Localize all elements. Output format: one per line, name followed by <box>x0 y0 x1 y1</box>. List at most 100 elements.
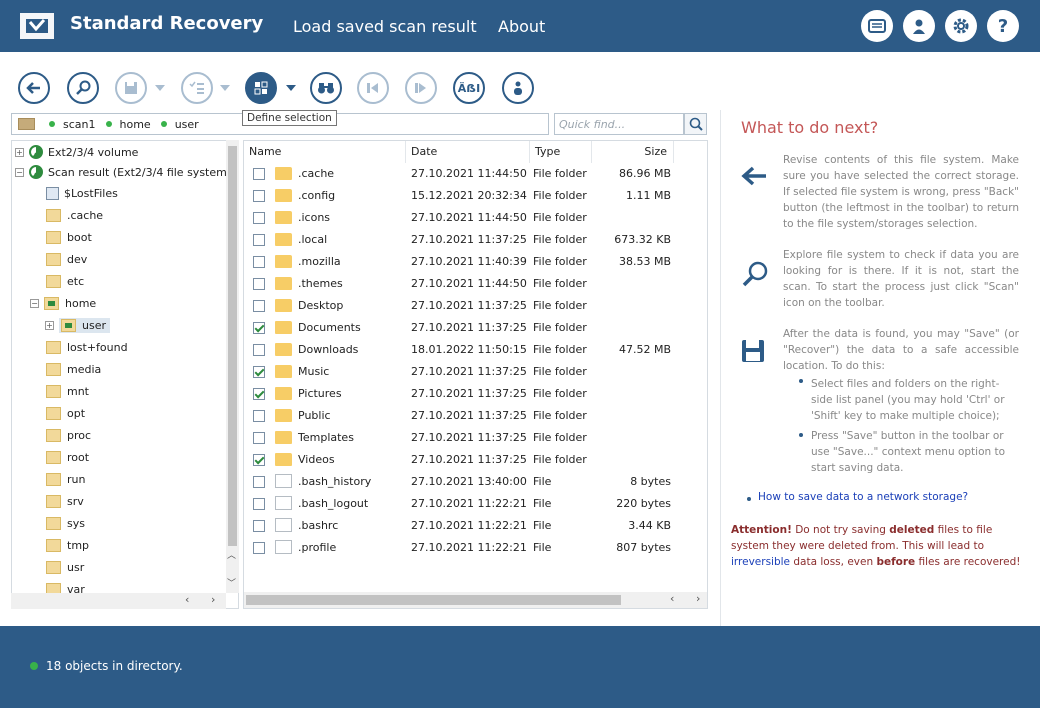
table-row[interactable]: .local 27.10.2021 11:37:25 File folder 673.… <box>244 229 707 251</box>
chevron-up-icon[interactable]: ︿ <box>227 548 236 561</box>
column-header-size[interactable]: Size <box>592 141 674 163</box>
expand-icon[interactable]: + <box>45 320 54 330</box>
checklist-dropdown-arrow[interactable] <box>220 85 230 91</box>
tree-item-media[interactable]: media <box>46 359 101 379</box>
tree-item-lostfiles[interactable]: $LostFiles <box>46 183 118 203</box>
row-checkbox[interactable] <box>253 278 265 290</box>
expand-icon[interactable]: + <box>15 147 24 157</box>
tree-item-ext-volume[interactable]: + Ext2/3/4 volume <box>15 142 138 162</box>
tree-horizontal-scrollbar[interactable]: ‹ › <box>11 593 226 609</box>
breadcrumb-item[interactable]: home <box>105 118 151 131</box>
encoding-button[interactable]: ÄẞI <box>453 72 485 104</box>
table-row[interactable]: Downloads 18.01.2022 11:50:15 File folder 4… <box>244 339 707 361</box>
row-checkbox[interactable] <box>253 190 265 202</box>
save-button[interactable] <box>115 72 147 104</box>
row-checkbox[interactable] <box>253 168 265 180</box>
row-checkbox[interactable] <box>253 256 265 268</box>
save-dropdown-arrow[interactable] <box>155 85 165 91</box>
tree-item-dev[interactable]: dev <box>46 249 87 269</box>
table-row[interactable]: .profile 27.10.2021 11:22:21 File 807 bytes <box>244 537 707 559</box>
breadcrumb-item[interactable]: user <box>160 118 199 131</box>
tree-item-opt[interactable]: opt <box>46 403 85 423</box>
chevron-right-icon[interactable]: › <box>211 593 215 606</box>
tree-item-cache[interactable]: .cache <box>46 205 103 225</box>
table-row[interactable]: Templates 27.10.2021 11:37:25 File folder <box>244 427 707 449</box>
table-row[interactable]: .bash_logout 27.10.2021 11:22:21 File 220 b… <box>244 493 707 515</box>
table-row[interactable]: .bashrc 27.10.2021 11:22:21 File 3.44 KB <box>244 515 707 537</box>
tree-item-sys[interactable]: sys <box>46 513 85 533</box>
row-checkbox[interactable] <box>253 520 265 532</box>
tree-item-usr[interactable]: usr <box>46 557 84 577</box>
tree-item-home[interactable]: − home <box>30 293 96 313</box>
tree-item-run[interactable]: run <box>46 469 85 489</box>
row-checkbox[interactable] <box>253 234 265 246</box>
scroll-thumb[interactable] <box>228 146 237 546</box>
settings-button[interactable] <box>945 10 977 42</box>
row-checkbox[interactable] <box>253 498 265 510</box>
tree-item-user[interactable]: + user <box>45 315 110 335</box>
breadcrumb-item[interactable]: scan1 <box>49 118 96 131</box>
tree-checkbox[interactable] <box>46 186 59 200</box>
row-checkbox[interactable] <box>253 542 265 554</box>
checklist-button[interactable] <box>181 72 213 104</box>
quick-find-button[interactable] <box>684 113 707 135</box>
column-header-type[interactable]: Type <box>530 141 592 163</box>
load-saved-scan-link[interactable]: Load saved scan result <box>293 17 477 36</box>
table-row[interactable]: .config 15.12.2021 20:32:34 File folder 1.1… <box>244 185 707 207</box>
row-checkbox[interactable] <box>253 476 265 488</box>
table-row[interactable]: Desktop 27.10.2021 11:37:25 File folder <box>244 295 707 317</box>
log-button[interactable] <box>861 10 893 42</box>
column-header-date[interactable]: Date <box>406 141 530 163</box>
network-storage-help-link[interactable]: How to save data to a network storage? <box>758 491 968 503</box>
tree-item-etc[interactable]: etc <box>46 271 84 291</box>
chevron-left-icon[interactable]: ‹ <box>185 593 189 606</box>
info-button[interactable] <box>502 72 534 104</box>
next-button[interactable] <box>405 72 437 104</box>
tree-item-mnt[interactable]: mnt <box>46 381 89 401</box>
scan-button[interactable] <box>67 72 99 104</box>
table-row[interactable]: Music 27.10.2021 11:37:25 File folder <box>244 361 707 383</box>
row-checkbox[interactable] <box>253 388 265 400</box>
help-button[interactable]: ? <box>987 10 1019 42</box>
row-checkbox[interactable] <box>253 212 265 224</box>
about-link[interactable]: About <box>498 17 545 36</box>
row-checkbox[interactable] <box>253 300 265 312</box>
account-button[interactable] <box>903 10 935 42</box>
collapse-icon[interactable]: − <box>30 298 39 308</box>
row-checkbox[interactable] <box>253 322 265 334</box>
tree-vertical-scrollbar[interactable]: ︿ ﹀ <box>226 140 239 593</box>
collapse-icon[interactable]: − <box>15 167 24 177</box>
define-selection-dropdown-arrow[interactable] <box>286 85 296 91</box>
table-row[interactable]: Videos 27.10.2021 11:37:25 File folder <box>244 449 707 471</box>
table-row[interactable]: .themes 27.10.2021 11:44:50 File folder <box>244 273 707 295</box>
define-selection-button[interactable] <box>245 72 277 104</box>
table-row[interactable]: .cache 27.10.2021 11:44:50 File folder 86.9… <box>244 163 707 185</box>
quick-find-input[interactable] <box>554 113 684 135</box>
row-checkbox[interactable] <box>253 454 265 466</box>
table-row[interactable]: .bash_history 27.10.2021 13:40:00 File 8 by… <box>244 471 707 493</box>
previous-button[interactable] <box>357 72 389 104</box>
chevron-down-icon[interactable]: ﹀ <box>227 576 236 589</box>
column-header-name[interactable]: Name <box>244 141 406 163</box>
back-button[interactable] <box>18 72 50 104</box>
row-checkbox[interactable] <box>253 366 265 378</box>
tree-item-lost-found[interactable]: lost+found <box>46 337 128 357</box>
chevron-right-icon[interactable]: › <box>696 592 700 605</box>
chevron-left-icon[interactable]: ‹ <box>670 592 674 605</box>
table-row[interactable]: .mozilla 27.10.2021 11:40:39 File folder 38… <box>244 251 707 273</box>
table-row[interactable]: .icons 27.10.2021 11:44:50 File folder <box>244 207 707 229</box>
table-row[interactable]: Public 27.10.2021 11:37:25 File folder <box>244 405 707 427</box>
tree-item-proc[interactable]: proc <box>46 425 91 445</box>
table-row[interactable]: Pictures 27.10.2021 11:37:25 File folder <box>244 383 707 405</box>
tree-item-boot[interactable]: boot <box>46 227 92 247</box>
tree-item-scan-result[interactable]: − Scan result (Ext2/3/4 file system; 8.8 <box>15 162 238 182</box>
scroll-thumb[interactable] <box>246 595 621 605</box>
tree-item-tmp[interactable]: tmp <box>46 535 89 555</box>
find-button[interactable] <box>310 72 342 104</box>
table-row[interactable]: Documents 27.10.2021 11:37:25 File folder <box>244 317 707 339</box>
row-checkbox[interactable] <box>253 410 265 422</box>
row-checkbox[interactable] <box>253 432 265 444</box>
tree-item-root[interactable]: root <box>46 447 89 467</box>
file-list-horizontal-scrollbar[interactable]: ‹ › <box>244 592 707 608</box>
row-checkbox[interactable] <box>253 344 265 356</box>
